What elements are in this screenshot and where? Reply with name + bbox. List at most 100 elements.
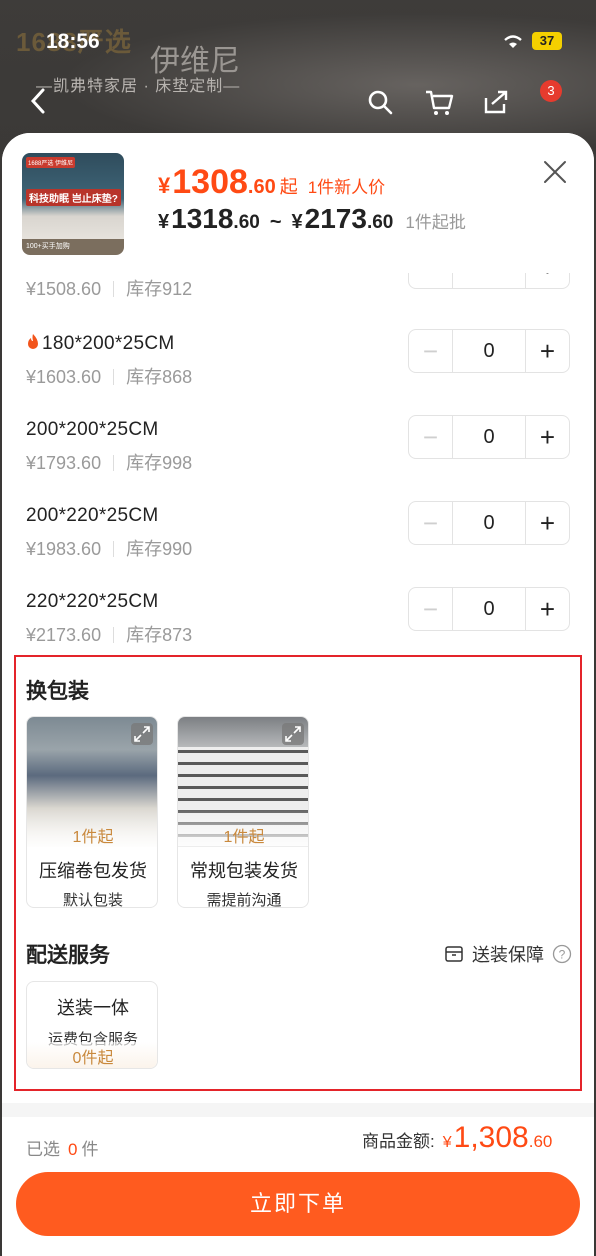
packaging-option[interactable]: 1件起 压缩卷包发货 默认包装 [26,716,158,908]
sku-meta: ¥2173.60 库存873 [26,621,192,647]
share-icon[interactable] [482,88,510,116]
delivery-guarantee[interactable]: 送装保障 ? [444,941,572,967]
sku-name: 220*220*25CM [26,591,159,612]
back-icon[interactable] [24,86,54,116]
total-integer: 1,308 [453,1121,529,1154]
delivery-option[interactable]: 送装一体 运费包含服务 0件起 [26,981,158,1069]
svg-text:?: ? [559,948,566,962]
selected-unit: 件 [81,1140,99,1159]
sku-meta: ¥1603.60 库存868 [26,363,192,389]
sku-row: 180*200*25CM ¥1603.60 库存868 − 0 + [2,329,594,419]
sku-meta: ¥1508.60 库存912 [26,275,192,301]
cart-icon[interactable] [424,88,454,116]
guarantee-label: 送装保障 [472,945,544,965]
sku-stock: 库存868 [126,367,193,387]
sku-stock: 库存912 [126,279,193,299]
sku-row: 200*220*25CM ¥1983.60 库存990 − 0 + [2,501,594,591]
sku-meta: ¥1983.60 库存990 [26,535,192,561]
total-amount: 商品金额: ¥ 1,308 .60 [362,1121,552,1155]
sku-price: ¥1793.60 [26,453,102,473]
price-range: ¥ 1318 .60 ~ ¥ 2173 .60 1件起批 [158,203,466,235]
sku-stock: 库存998 [126,453,193,473]
total-currency: ¥ [442,1134,452,1151]
expand-icon[interactable] [282,723,304,745]
range-high-currency: ¥ [291,211,303,233]
selected-summary: 已选 0 件 [26,1135,98,1160]
decrease-button[interactable]: − [409,416,453,458]
increase-button[interactable]: + [525,416,569,458]
selected-label: 已选 [26,1140,60,1159]
range-low-currency: ¥ [158,211,170,233]
search-icon[interactable] [366,88,394,116]
total-decimal: .60 [528,1132,553,1151]
sku-stock: 库存873 [126,625,193,645]
start-price: ¥ 1308 .60 起 1件新人价 [158,163,385,202]
delivery-option-name: 送装一体 [57,998,129,1018]
brand-slogan: —凯弗特家居 · 床垫定制— [36,78,241,95]
sku-selector-sheet: 1688严选 伊维尼 科技助眠 岂止床垫? 100+买手加购 ¥ 1308 .6… [2,133,594,1256]
new-user-price-tag: 1件新人价 [307,178,386,197]
increase-button[interactable]: + [525,588,569,630]
sku-name: 200*200*25CM [26,419,159,440]
thumbnail-title: 科技助眠 岂止床垫? [26,189,121,206]
sku-name-text: 180*200*25CM [42,333,175,354]
packaging-name: 压缩卷包发货 [39,861,147,881]
sku-stock: 库存990 [126,539,193,559]
range-separator: ~ [269,211,282,233]
increase-button[interactable]: + [525,330,569,372]
quantity-value[interactable]: 0 [453,588,525,630]
quantity-value[interactable]: 0 [453,416,525,458]
order-now-button[interactable]: 立即下单 [16,1172,580,1236]
packaging-sub: 需提前沟通 [206,892,282,908]
quantity-value[interactable]: 0 [453,502,525,544]
hot-flame-icon [28,334,38,349]
box-icon [445,946,463,962]
wifi-icon [504,35,522,48]
price-decimal: .60 [247,176,276,198]
battery-indicator: 37 [532,32,562,50]
sku-price: ¥1983.60 [26,539,102,559]
quantity-stepper[interactable]: − 0 + [408,587,570,631]
sku-price: ¥1603.60 [26,367,102,387]
packaging-title: 换包装 [26,680,89,703]
price-integer: 1308 [172,163,248,201]
min-order-qty: 1件起批 [405,213,466,232]
packaging-moq: 1件起 [223,829,265,846]
delivery-title: 配送服务 [26,944,110,967]
close-icon[interactable] [542,159,568,185]
product-thumbnail[interactable]: 1688严选 伊维尼 科技助眠 岂止床垫? 100+买手加购 [22,153,124,255]
notification-badge[interactable]: 3 [540,80,562,102]
packaging-option[interactable]: 1件起 常规包装发货 需提前沟通 [177,716,309,908]
expand-icon[interactable] [131,723,153,745]
price-from: 起 [279,177,298,197]
packaging-name: 常规包装发货 [190,861,298,881]
range-high-integer: 2173 [304,203,367,234]
sku-name: 200*220*25CM [26,505,159,526]
sku-price: ¥1508.60 [26,279,102,299]
price-currency: ¥ [158,173,171,198]
sku-row: 200*200*25CM ¥1793.60 库存998 − 0 + [2,415,594,505]
delivery-option-moq: 0件起 [72,1050,114,1067]
range-high-decimal: .60 [366,212,394,233]
range-low-decimal: .60 [233,212,260,233]
quantity-stepper[interactable]: − 0 + [408,415,570,459]
thumbnail-footer: 100+买手加购 [22,239,124,255]
sku-meta: ¥1793.60 库存998 [26,449,192,475]
sheet-header: 1688严选 伊维尼 科技助眠 岂止床垫? 100+买手加购 ¥ 1308 .6… [2,133,594,273]
decrease-button[interactable]: − [409,502,453,544]
decrease-button[interactable]: − [409,588,453,630]
quantity-stepper[interactable]: − 0 + [408,501,570,545]
thumbnail-tag: 1688严选 伊维尼 [26,157,76,168]
sku-price: ¥2173.60 [26,625,102,645]
status-time: 18:56 [46,30,100,53]
help-icon[interactable]: ? [552,944,572,964]
decrease-button[interactable]: − [409,330,453,372]
selected-count: 0 [68,1140,78,1159]
sku-name: 180*200*25CM [26,333,174,355]
total-label: 商品金额: [362,1132,435,1151]
packaging-moq: 1件起 [72,829,114,846]
range-low-integer: 1318 [171,203,234,234]
quantity-value[interactable]: 0 [453,330,525,372]
quantity-stepper[interactable]: − 0 + [408,329,570,373]
increase-button[interactable]: + [525,502,569,544]
